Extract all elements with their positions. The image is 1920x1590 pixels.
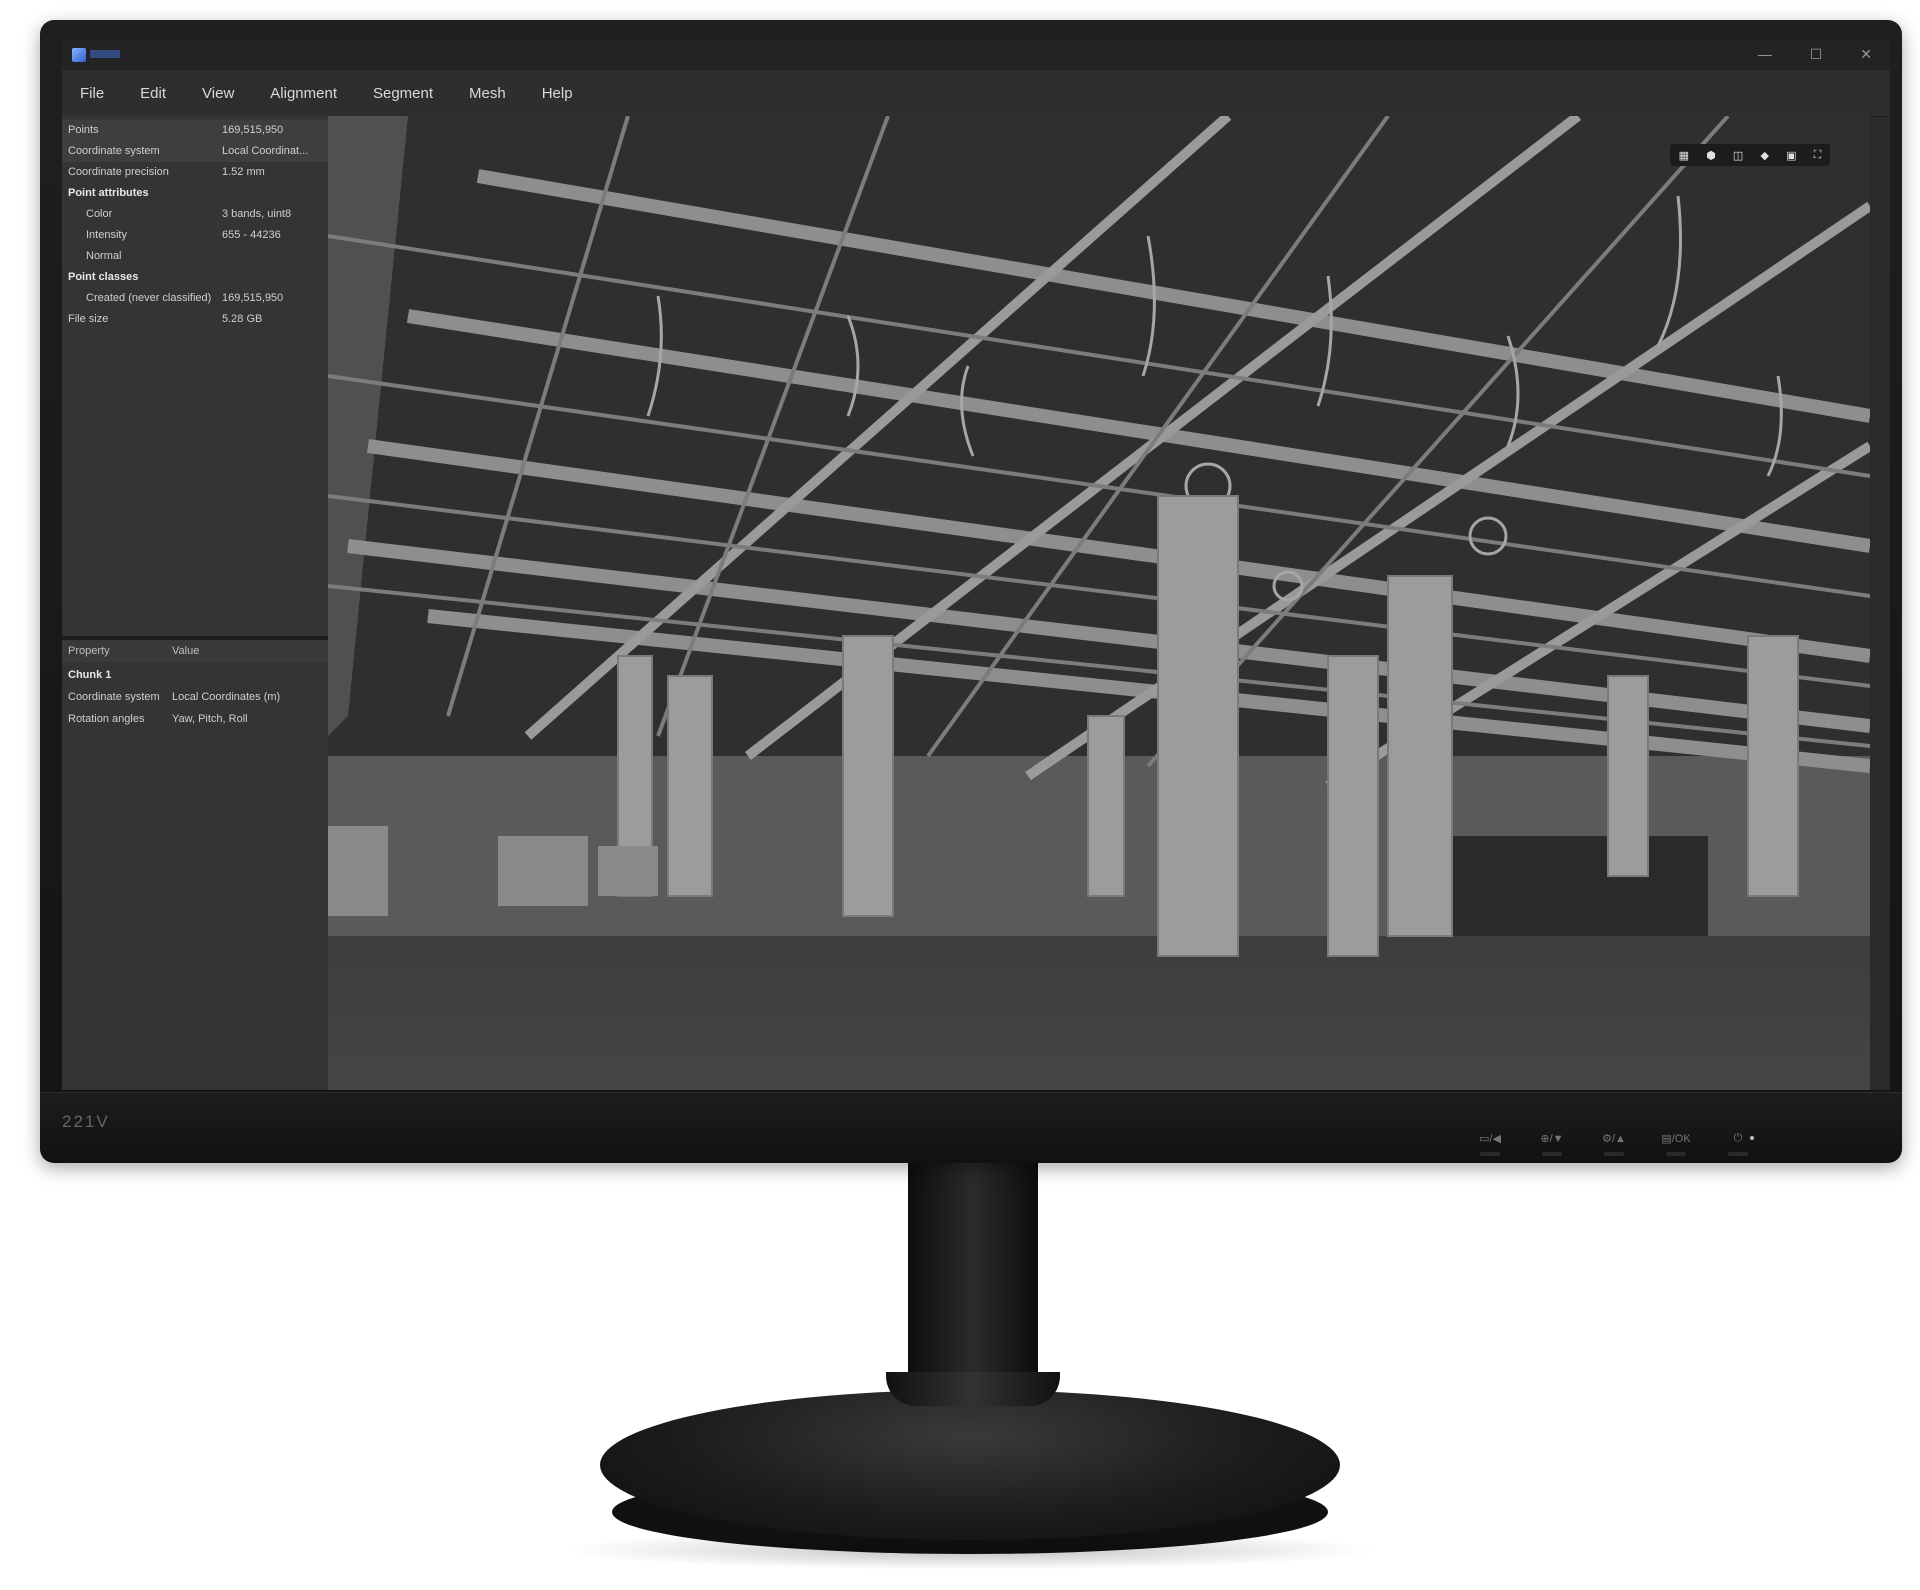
screenshot-icon[interactable]: ⛶ xyxy=(1814,149,1822,162)
maximize-button[interactable]: ☐ xyxy=(1810,46,1823,63)
app-logo-icon xyxy=(72,48,86,62)
info-key: Points xyxy=(68,124,99,136)
info-value: Local Coordinat... xyxy=(222,145,309,157)
close-button[interactable]: ✕ xyxy=(1860,46,1872,63)
3d-viewport[interactable]: ▦ ⬢ ◫ ◆ ▣ ⛶ xyxy=(328,116,1870,1090)
info-value: 1.52 mm xyxy=(222,166,265,178)
menu-segment[interactable]: Segment xyxy=(355,85,451,102)
info-value: 169,515,950 xyxy=(222,292,284,304)
menu-bar: File Edit View Alignment Segment Mesh He… xyxy=(62,70,1890,117)
info-key: Created (never classified) xyxy=(86,292,212,304)
point-cloud-render xyxy=(328,116,1870,1090)
info-value: 5.28 GB xyxy=(222,313,263,325)
info-value: 655 - 44236 xyxy=(222,229,281,241)
title-bar: — ☐ ✕ xyxy=(62,40,1890,70)
monitor-volume-button[interactable]: ⊕/▼ xyxy=(1532,1132,1572,1156)
window-controls: — ☐ ✕ xyxy=(1758,46,1872,63)
info-row-point-attributes[interactable]: Point attributes xyxy=(62,183,328,204)
property-key: Rotation angles xyxy=(68,713,145,725)
property-row-coordinate-system[interactable]: Coordinate system Local Coordinates (m) xyxy=(62,686,328,708)
info-row-intensity[interactable]: Intensity 655 - 44236 xyxy=(62,225,328,246)
split-view-icon[interactable]: ◫ xyxy=(1733,149,1743,162)
menu-file[interactable]: File xyxy=(62,85,122,102)
property-value: Yaw, Pitch, Roll xyxy=(172,713,248,725)
info-row-created[interactable]: Created (never classified) 169,515,950 xyxy=(62,288,328,309)
menu-help[interactable]: Help xyxy=(524,85,591,102)
info-key: File size xyxy=(68,313,109,325)
stand-neck xyxy=(908,1160,1038,1390)
info-panel: Points 169,515,950 Coordinate system Loc… xyxy=(62,116,328,506)
app-name-logo xyxy=(90,50,120,58)
grid-icon[interactable]: ▦ xyxy=(1679,149,1689,162)
info-key: Intensity xyxy=(86,229,127,241)
menu-mesh[interactable]: Mesh xyxy=(451,85,524,102)
property-key: Chunk 1 xyxy=(68,669,112,681)
property-row-chunk[interactable]: Chunk 1 xyxy=(62,664,328,686)
layers-icon[interactable]: ▣ xyxy=(1786,149,1796,162)
info-key: Coordinate precision xyxy=(68,166,169,178)
info-key: Point classes xyxy=(68,271,139,283)
column-header-property[interactable]: Property xyxy=(68,645,110,657)
stand-collar xyxy=(886,1372,1060,1406)
tag-icon[interactable]: ◆ xyxy=(1760,149,1768,162)
info-row-color[interactable]: Color 3 bands, uint8 xyxy=(62,204,328,225)
monitor-settings-button[interactable]: ⚙/▲ xyxy=(1594,1132,1634,1156)
info-value: 3 bands, uint8 xyxy=(222,208,292,220)
info-row-coordinate-precision[interactable]: Coordinate precision 1.52 mm xyxy=(62,162,328,183)
info-value: 169,515,950 xyxy=(222,124,284,136)
info-row-point-classes[interactable]: Point classes xyxy=(62,267,328,288)
minimize-button[interactable]: — xyxy=(1758,46,1772,63)
monitor-model-label: 221V xyxy=(62,1112,110,1131)
info-row-points[interactable]: Points 169,515,950 xyxy=(62,120,328,141)
menu-view[interactable]: View xyxy=(184,85,252,102)
property-key: Coordinate system xyxy=(68,691,160,703)
menu-edit[interactable]: Edit xyxy=(122,85,184,102)
info-key: Point attributes xyxy=(68,187,149,199)
monitor-menu-button[interactable]: ▤/OK xyxy=(1656,1132,1696,1156)
monitor-controls: ▭/◀ ⊕/▼ ⚙/▲ ▤/OK ⏻ xyxy=(1470,1132,1758,1156)
cube-icon[interactable]: ⬢ xyxy=(1706,149,1716,162)
stand-base xyxy=(600,1390,1340,1540)
info-key: Normal xyxy=(86,250,122,262)
monitor-input-button[interactable]: ▭/◀ xyxy=(1470,1132,1510,1156)
info-key: Color xyxy=(86,208,113,220)
info-row-coordinate-system[interactable]: Coordinate system Local Coordinat... xyxy=(62,141,328,162)
column-header-value[interactable]: Value xyxy=(172,645,199,657)
property-row-rotation-angles[interactable]: Rotation angles Yaw, Pitch, Roll xyxy=(62,708,328,730)
info-row-file-size[interactable]: File size 5.28 GB xyxy=(62,309,328,330)
property-table-header: Property Value xyxy=(62,640,328,662)
app-window: — ☐ ✕ File Edit View Alignment Segment M… xyxy=(62,40,1890,1090)
viewport-toolbar: ▦ ⬢ ◫ ◆ ▣ ⛶ xyxy=(1670,144,1830,166)
power-led xyxy=(1750,1136,1754,1140)
info-row-normal[interactable]: Normal xyxy=(62,246,328,267)
info-key: Coordinate system xyxy=(68,145,160,157)
left-panel: Points 169,515,950 Coordinate system Loc… xyxy=(62,116,329,1090)
property-value: Local Coordinates (m) xyxy=(172,691,281,703)
menu-alignment[interactable]: Alignment xyxy=(252,85,355,102)
